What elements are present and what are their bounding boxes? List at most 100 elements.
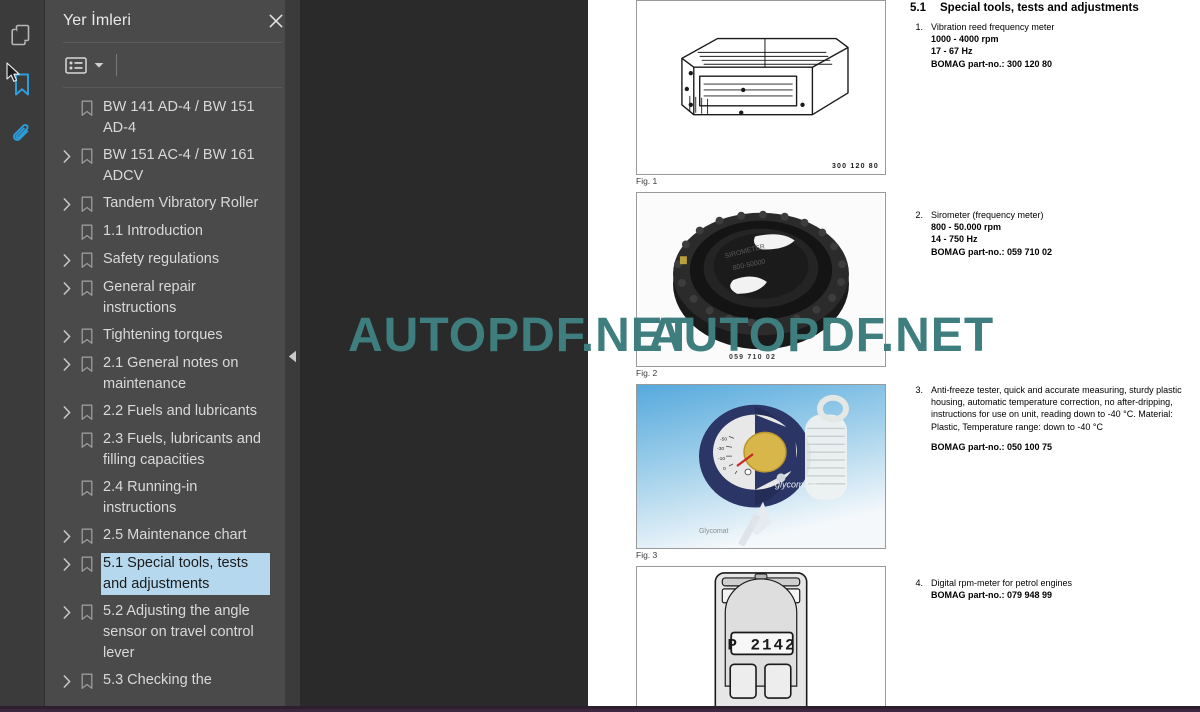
expand-chevron-icon[interactable] — [59, 277, 75, 299]
list-options-dropdown-button[interactable] — [92, 58, 106, 72]
bookmark-item-label: 2.4 Running-in instructions — [103, 479, 198, 516]
bookmark-flag-icon — [77, 601, 97, 623]
section-heading: 5.1 Special tools, tests and adjustments — [910, 2, 1188, 14]
figure-column: 300 120 80 Fig. 1 SIROMETER 800-50000 05… — [636, 0, 886, 712]
tool-item-number: 4. — [915, 578, 923, 588]
bookmark-item[interactable]: 2.3 Fuels, lubricants and filling capaci… — [45, 426, 300, 474]
bookmark-item[interactable]: Safety regulations — [45, 246, 300, 274]
svg-text:-30: -30 — [717, 446, 724, 452]
bookmark-flag-icon — [77, 429, 97, 451]
pages-icon — [11, 23, 33, 47]
expand-chevron-icon[interactable] — [59, 249, 75, 271]
bookmark-item-label: Tandem Vibratory Roller — [103, 195, 259, 211]
bookmark-item[interactable]: 2.4 Running-in instructions — [45, 474, 300, 522]
bookmark-flag-icon — [77, 325, 97, 347]
bookmark-flag-icon — [77, 477, 97, 499]
bookmark-flag-icon — [77, 553, 97, 575]
tool-item-number: 1. — [915, 22, 923, 32]
tool-item-line: Vibration reed frequency meter — [931, 22, 1055, 32]
toolbar-divider — [116, 54, 117, 76]
figure-1-caption: Fig. 1 — [636, 176, 658, 186]
tool-item-number: 2. — [915, 210, 923, 220]
left-icon-rail — [0, 0, 45, 712]
bookmark-item[interactable]: 2.5 Maintenance chart — [45, 522, 300, 550]
bookmark-flag-icon — [77, 145, 97, 167]
expand-chevron-icon[interactable] — [59, 401, 75, 423]
bookmark-item[interactable]: Tightening torques — [45, 322, 300, 350]
bookmark-item[interactable]: Tandem Vibratory Roller — [45, 190, 300, 218]
svg-text:-50: -50 — [720, 436, 727, 442]
bookmark-item-label: General repair instructions — [103, 279, 196, 316]
bookmark-icon — [12, 72, 32, 98]
bookmarks-panel: Yer İmleri BW 141 AD-4 / BW 151 AD-4 BW … — [45, 0, 325, 712]
sidebar-item-pages[interactable] — [0, 10, 44, 60]
tool-item-body: Sirometer (frequency meter) 800 - 50.000 … — [931, 209, 1052, 258]
bookmark-item-label: 2.2 Fuels and lubricants — [103, 403, 257, 419]
bookmark-item-label: 5.2 Adjusting the angle sensor on travel… — [103, 603, 254, 661]
sidebar-item-attachments[interactable] — [0, 110, 44, 160]
figure-3-caption: Fig. 3 — [636, 550, 658, 560]
bookmark-flag-icon — [77, 221, 97, 243]
bookmark-item-label: Safety regulations — [103, 251, 220, 267]
bookmarks-panel-header: Yer İmleri — [45, 0, 300, 42]
text-column: 5.1 Special tools, tests and adjustments… — [910, 0, 1188, 600]
tool-list-item: 4. Digital rpm-meter for petrol engines BO… — [910, 577, 1188, 601]
figure-1: 300 120 80 Fig. 1 — [636, 0, 886, 186]
tool-list-item: 1. Vibration reed frequency meter 1000 - 4… — [910, 21, 1188, 70]
expand-chevron-icon[interactable] — [59, 553, 75, 575]
figure-2-code: 059 710 02 — [729, 354, 777, 361]
tool-item-line: Digital rpm-meter for petrol engines — [931, 578, 1073, 588]
bookmark-flag-icon — [77, 353, 97, 375]
expand-chevron-icon[interactable] — [59, 325, 75, 347]
expand-chevron-icon[interactable] — [59, 601, 75, 623]
expand-chevron-icon[interactable] — [59, 525, 75, 547]
bookmark-flag-icon — [77, 525, 97, 547]
tool-item-line: BOMAG part-no.: 050 100 75 — [931, 441, 1053, 452]
bookmark-item[interactable]: 2.1 General notes on maintenance — [45, 350, 300, 398]
tool-item-line: BOMAG part-no.: 059 710 02 — [931, 246, 1053, 257]
bookmark-item-label: 1.1 Introduction — [103, 223, 203, 239]
bookmark-list[interactable]: BW 141 AD-4 / BW 151 AD-4 BW 151 AC-4 / B… — [45, 88, 300, 712]
svg-text:0: 0 — [723, 466, 726, 472]
document-viewport[interactable]: 300 120 80 Fig. 1 SIROMETER 800-50000 05… — [300, 0, 1200, 712]
bookmark-item-label: 5.1 Special tools, tests and adjustments — [100, 552, 271, 596]
figure-4-image: ROT B P 2142 — [636, 566, 886, 706]
bookmark-item[interactable]: 5.3 Checking the — [45, 667, 300, 695]
chevron-down-icon — [94, 62, 104, 68]
tool-item-line: 1000 - 4000 rpm — [931, 34, 999, 45]
bookmark-item[interactable]: BW 151 AC-4 / BW 161 ADCV — [45, 142, 300, 190]
figure-3: -50 -30 -10 0 glycomat® Glycomat Fig. 3 — [636, 384, 886, 560]
list-options-button[interactable] — [63, 55, 89, 75]
pdf-viewer-window: Yer İmleri BW 141 AD-4 / BW 151 AD-4 BW … — [0, 0, 1200, 712]
tool-item-line: BOMAG part-no.: 300 120 80 — [931, 58, 1053, 69]
tool-item-line: 17 - 67 Hz — [931, 46, 973, 57]
panel-collapse-handle[interactable] — [285, 0, 300, 712]
bookmark-flag-icon — [77, 670, 97, 692]
bookmark-flag-icon — [77, 277, 97, 299]
tool-item-body: Anti-freeze tester, quick and accurate m… — [931, 384, 1188, 453]
section-number: 5.1 — [910, 2, 926, 14]
expand-chevron-icon[interactable] — [59, 193, 75, 215]
bookmark-item[interactable]: 2.2 Fuels and lubricants — [45, 398, 300, 426]
expand-chevron-icon[interactable] — [59, 145, 75, 167]
figure-2: SIROMETER 800-50000 059 710 02 Fig. 2 — [636, 192, 886, 378]
bookmark-item[interactable]: General repair instructions — [45, 274, 300, 322]
tool-item-line: 14 - 750 Hz — [931, 234, 978, 245]
sidebar-item-bookmarks[interactable] — [0, 60, 44, 110]
bookmark-item[interactable]: 1.1 Introduction — [45, 218, 300, 246]
bookmark-item[interactable]: BW 141 AD-4 / BW 151 AD-4 — [45, 94, 300, 142]
bookmark-item[interactable]: 5.2 Adjusting the angle sensor on travel… — [45, 598, 300, 667]
bookmark-flag-icon — [77, 249, 97, 271]
figure-4: ROT B P 2142 — [636, 566, 886, 706]
chevron-left-icon — [288, 350, 296, 362]
figure-3-image: -50 -30 -10 0 glycomat® Glycomat — [636, 384, 886, 549]
bookmark-item[interactable]: 5.1 Special tools, tests and adjustments — [45, 550, 300, 598]
bookmark-item-label: BW 141 AD-4 / BW 151 AD-4 — [103, 99, 255, 136]
expand-chevron-icon[interactable] — [59, 353, 75, 375]
bookmark-flag-icon — [77, 97, 97, 119]
window-bottom-strip — [0, 706, 1200, 712]
expand-chevron-icon[interactable] — [59, 670, 75, 692]
section-title: Special tools, tests and adjustments — [940, 2, 1139, 14]
panel-title: Yer İmleri — [63, 12, 131, 29]
